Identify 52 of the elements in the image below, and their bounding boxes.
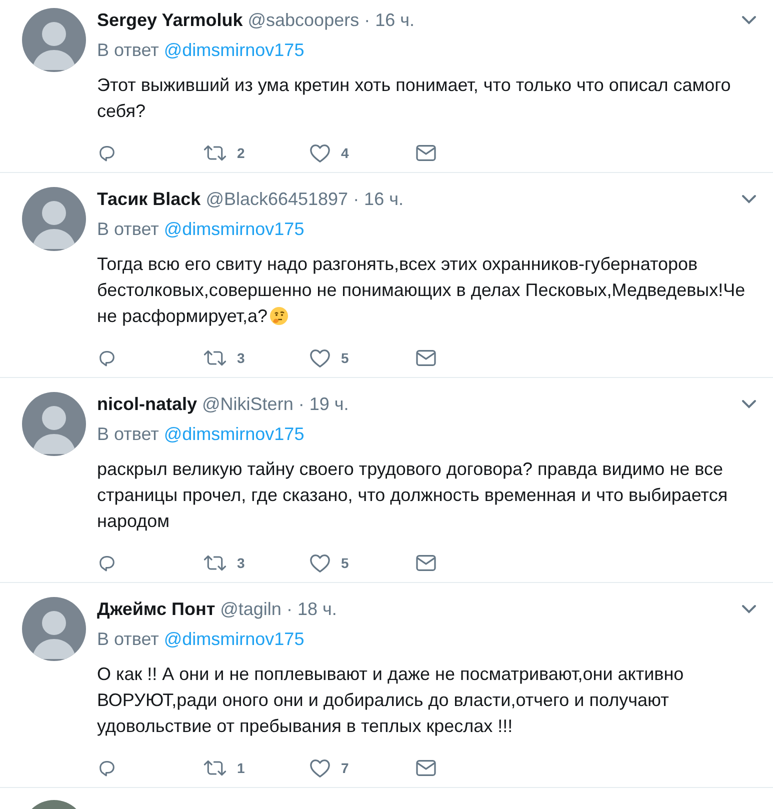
reply-label: В ответ	[97, 218, 159, 240]
tweet-text: раскрыл великую тайну своего трудового договора? правда видимо не все страницы прочел, где сказано, что должность временная и что выбирается народом	[97, 459, 728, 531]
author-name[interactable]: Тасик Black	[97, 188, 201, 210]
retweet-icon[interactable]	[203, 553, 227, 573]
tweet-text: Этот выживший из ума кретин хоть понимает, что только что описал самого себя?	[97, 75, 731, 121]
heart-icon[interactable]	[309, 143, 331, 163]
author-name[interactable]: Sergey Yarmoluk	[97, 10, 243, 30]
reply-label: В ответ	[97, 628, 159, 650]
author-handle[interactable]: @Black66451897	[206, 188, 348, 210]
retweet-icon[interactable]	[203, 348, 227, 368]
heart-icon[interactable]	[309, 348, 331, 368]
retweet-count: 1	[237, 760, 245, 776]
chevron-down-icon[interactable]	[741, 15, 757, 25]
author-handle[interactable]: @NikiStern	[202, 394, 294, 414]
mention-link[interactable]: @dimsmirnov175	[164, 218, 304, 240]
like-count: 7	[341, 760, 349, 776]
retweet-count: 3	[237, 350, 245, 366]
mention-link[interactable]: @dimsmirnov175	[164, 424, 304, 444]
tweet-text: О как !! А они и не поплевывают и даже не посматривают,они активно ВОРУЮТ,ради оного они и добирались до власти,отчего и получают удовольствие от пребывания в теплых креслах !!!	[97, 664, 684, 736]
reply-label: В ответ	[97, 424, 159, 444]
envelope-icon[interactable]	[415, 349, 437, 367]
like-count: 4	[341, 145, 349, 161]
envelope-icon[interactable]	[415, 759, 437, 777]
author-handle[interactable]: @tagiln	[220, 598, 282, 620]
mention-link[interactable]: @dimsmirnov175	[164, 40, 304, 60]
retweet-count: 3	[237, 555, 245, 571]
tweet-time[interactable]: · 19 ч.	[298, 394, 349, 414]
reply-icon[interactable]	[97, 553, 117, 573]
envelope-icon[interactable]	[415, 554, 437, 572]
tweet-time[interactable]: · 18 ч.	[286, 598, 337, 620]
tweet-text: Тогда всю его свиту надо разгонять,всех этих охранников-губернаторов бестолковых,совершенно не понимающих в делах Песковых,Медведевых!Че не расформирует,а?	[97, 254, 746, 326]
heart-icon[interactable]	[309, 553, 331, 573]
like-count: 5	[341, 555, 349, 571]
author-name[interactable]: nicol-nataly	[97, 394, 198, 414]
reply-icon[interactable]	[97, 348, 117, 368]
mention-link[interactable]: @dimsmirnov175	[164, 628, 304, 650]
author-name[interactable]: Джеймс Понт	[97, 598, 216, 620]
heart-icon[interactable]	[309, 758, 331, 778]
chevron-down-icon[interactable]	[741, 604, 757, 614]
reply-icon[interactable]	[97, 143, 117, 163]
retweet-icon[interactable]	[203, 758, 227, 778]
author-handle[interactable]: @sabcoopers	[248, 10, 360, 30]
retweet-count: 2	[237, 145, 245, 161]
reply-icon[interactable]	[97, 758, 117, 778]
tweet-time[interactable]: · 16 ч.	[364, 10, 414, 30]
reply-label: В ответ	[97, 40, 159, 60]
tweet-time[interactable]: · 16 ч.	[353, 188, 404, 210]
retweet-icon[interactable]	[203, 143, 227, 163]
like-count: 5	[341, 350, 349, 366]
chevron-down-icon[interactable]	[741, 399, 757, 409]
chevron-down-icon[interactable]	[741, 194, 757, 204]
envelope-icon[interactable]	[415, 144, 437, 162]
